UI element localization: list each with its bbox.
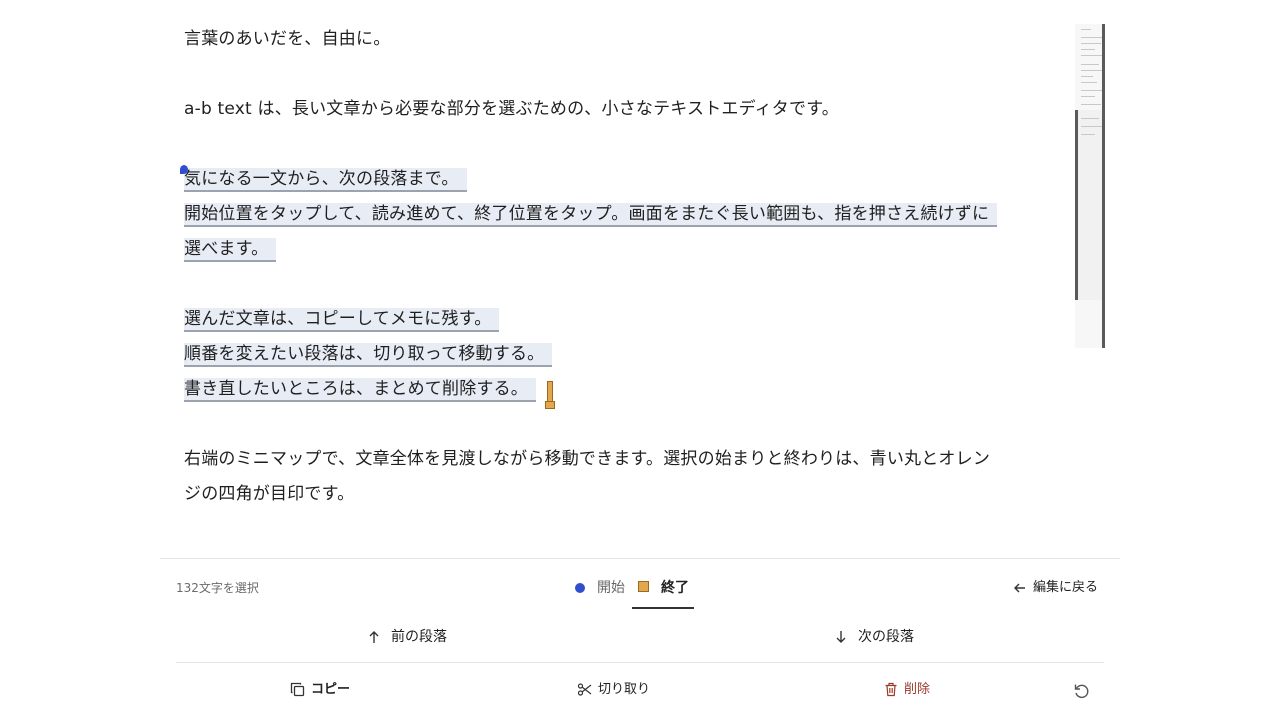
selected-line: 選べます。 (184, 232, 1064, 267)
minimap-line (1081, 70, 1103, 71)
minimap-line (1081, 55, 1103, 56)
tab-end[interactable]: 終了 (638, 576, 689, 600)
outro-line: ジの四角が目印です。 (184, 484, 355, 504)
tab-end-label: 終了 (661, 580, 689, 596)
minimap-line (1081, 82, 1097, 83)
delete-label: 削除 (904, 682, 931, 697)
selection-highlight: 開始位置をタップして、読み進めて、終了位置をタップ。画面をまたぐ長い範囲も、指を… (184, 203, 998, 227)
selected-line: 開始位置をタップして、読み進めて、終了位置をタップ。画面をまたぐ長い範囲も、指を… (184, 197, 1064, 232)
intro-line: a-b text は、長い文章から必要な部分を選ぶための、小さなテキストエディタ… (184, 99, 839, 119)
copy-icon (290, 682, 305, 697)
blue-dot-icon (575, 583, 585, 593)
arrow-left-icon (1014, 583, 1025, 592)
back-to-edit-label: 編集に戻る (1033, 580, 1099, 595)
selection-end-handle-grip[interactable] (545, 401, 555, 409)
minimap-scrollbar[interactable] (1102, 24, 1105, 348)
handle-tabs: 開始 終了 (575, 576, 705, 610)
minimap-line (1081, 37, 1103, 38)
scissors-icon (577, 683, 592, 696)
selection-end-handle[interactable] (547, 381, 553, 402)
minimap-line (1081, 104, 1101, 105)
minimap-line (1081, 134, 1095, 135)
prev-paragraph-button[interactable]: 前の段落 (367, 626, 447, 648)
copy-button[interactable]: コピー (290, 680, 350, 700)
prev-paragraph-label: 前の段落 (391, 629, 447, 645)
arrow-down-icon (836, 631, 846, 643)
trash-icon (885, 682, 897, 697)
selected-line: 選んだ文章は、コピーしてメモに残す。 (184, 302, 1064, 337)
selection-count: 132文字を選択 (176, 581, 259, 595)
minimap-line (1081, 29, 1091, 30)
minimap[interactable] (1075, 24, 1105, 348)
orange-square-icon (638, 581, 649, 592)
minimap-line (1081, 43, 1101, 44)
minimap-line (1081, 49, 1095, 50)
minimap-line (1081, 76, 1093, 77)
active-tab-indicator (632, 607, 694, 609)
minimap-line (1081, 96, 1095, 97)
panel-divider (160, 558, 1120, 559)
undo-button[interactable] (1072, 681, 1092, 701)
selection-highlight: 選んだ文章は、コピーしてメモに残す。 (184, 308, 500, 332)
text-editor[interactable]: 言葉のあいだを、自由に。 a-b text は、長い文章から必要な部分を選ぶため… (180, 22, 1064, 512)
minimap-line (1081, 126, 1103, 127)
arrow-up-icon (369, 631, 379, 643)
delete-button[interactable]: 削除 (884, 680, 930, 700)
minimap-line (1081, 118, 1099, 119)
copy-label: コピー (311, 682, 351, 697)
minimap-viewport[interactable] (1075, 110, 1102, 300)
undo-icon (1074, 684, 1089, 699)
selection-highlight: 順番を変えたい段落は、切り取って移動する。 (184, 343, 553, 367)
selection-highlight: 気になる一文から、次の段落まで。 (184, 168, 467, 192)
minimap-line (1081, 90, 1103, 91)
next-paragraph-label: 次の段落 (858, 629, 914, 645)
cut-label: 切り取り (598, 682, 651, 697)
minimap-line (1081, 64, 1099, 65)
selected-line: 書き直したいところは、まとめて削除する。 (184, 372, 1064, 407)
tab-start[interactable]: 開始 (575, 576, 625, 600)
tab-start-label: 開始 (597, 580, 625, 596)
outro-line: 右端のミニマップで、文章全体を見渡しながら移動できます。選択の始まりと終わりは、… (184, 449, 991, 469)
back-to-edit-button[interactable]: 編集に戻る (1013, 578, 1098, 598)
selected-line: 気になる一文から、次の段落まで。 (184, 162, 1064, 197)
cut-button[interactable]: 切り取り (577, 680, 650, 700)
selection-highlight: 書き直したいところは、まとめて削除する。 (184, 378, 536, 402)
heading-line: 言葉のあいだを、自由に。 (184, 29, 391, 49)
toolbar-divider (176, 662, 1104, 663)
selected-line: 順番を変えたい段落は、切り取って移動する。 (184, 337, 1064, 372)
selection-highlight: 選べます。 (184, 238, 277, 262)
next-paragraph-button[interactable]: 次の段落 (834, 626, 914, 648)
selection-start-handle[interactable] (180, 165, 188, 174)
